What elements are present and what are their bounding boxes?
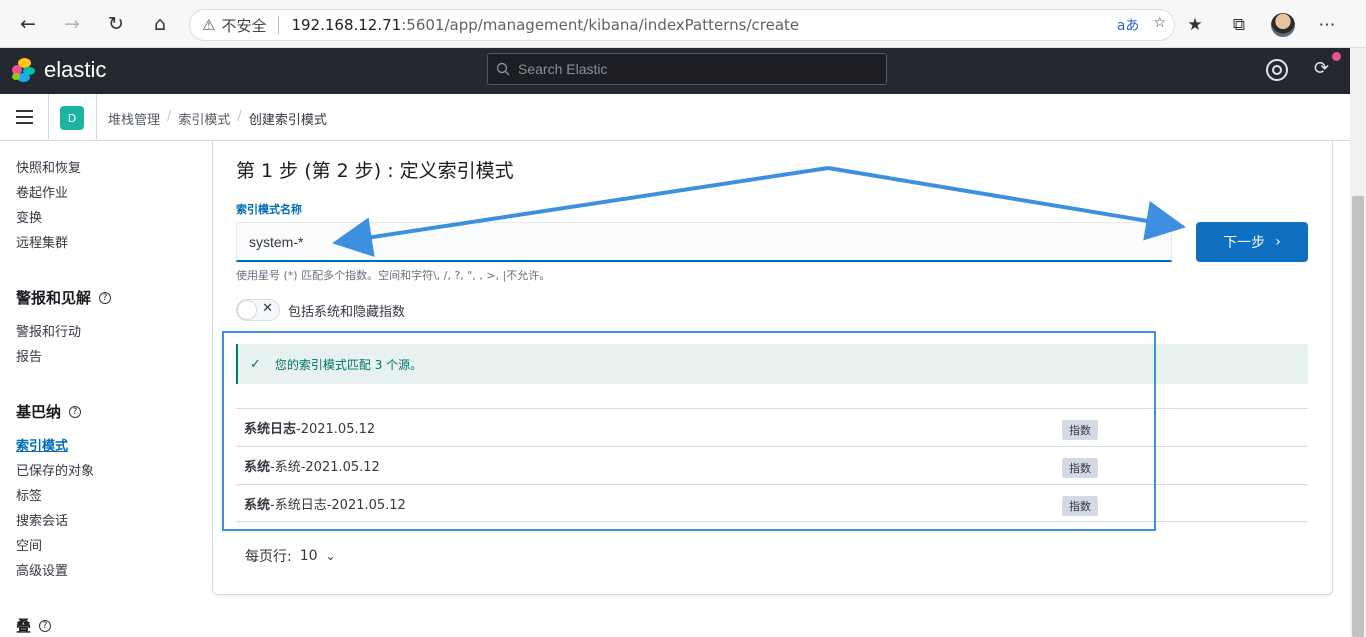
favorites-icon[interactable]: ★	[1180, 10, 1210, 40]
page-title: 第 1 步 (第 2 步) : 定义索引模式	[236, 160, 514, 182]
add-favorite-icon[interactable]: ☆	[1153, 15, 1166, 35]
reload-icon[interactable]: ↻	[94, 4, 138, 44]
sidebar-item-reporting[interactable]: 报告	[16, 346, 42, 365]
breadcrumb-item[interactable]: 索引模式	[178, 109, 230, 128]
sidebar-item-index-patterns[interactable]: 索引模式	[16, 435, 68, 454]
index-pattern-name-input[interactable]	[236, 222, 1172, 262]
space-avatar[interactable]: D	[60, 106, 84, 130]
help-icon[interactable]: ?	[39, 619, 52, 632]
chevron-right-icon: ›	[1275, 234, 1281, 250]
elastic-logo[interactable]: elastic	[12, 57, 106, 83]
management-sidebar: 快照和恢复 卷起作业 变换 远程集群 警报和见解? 警报和行动 报告 基巴纳? …	[0, 141, 200, 637]
brand-name: elastic	[44, 57, 107, 82]
help-icon[interactable]	[1266, 59, 1288, 81]
sidebar-item-transforms[interactable]: 变换	[16, 207, 42, 226]
include-hidden-toggle[interactable]: ✕	[236, 299, 280, 321]
sidebar-item-snapshot[interactable]: 快照和恢复	[16, 157, 81, 176]
back-icon[interactable]: ←	[6, 4, 50, 44]
search-input[interactable]: Search Elastic	[487, 53, 887, 85]
collections-icon[interactable]: ⧉	[1224, 10, 1254, 40]
help-icon[interactable]: ?	[99, 291, 112, 304]
insecure-label: 不安全	[221, 16, 267, 35]
index-pattern-name-label: 索引模式名称	[236, 203, 302, 216]
warning-icon: ⚠	[202, 16, 216, 34]
sidebar-heading-stack: 叠?	[16, 615, 52, 636]
home-icon[interactable]: ⌂	[138, 4, 182, 44]
scrollbar-thumb[interactable]	[1352, 196, 1364, 637]
menu-icon[interactable]	[16, 110, 33, 124]
rows-per-page-label: 每页行:	[245, 549, 292, 565]
notification-dot	[1332, 52, 1341, 61]
breadcrumb-current: 创建索引模式	[248, 113, 327, 128]
breadcrumb-bar: D 堆栈管理 / 索引模式 / 创建索引模式	[0, 94, 1350, 141]
newsfeed-icon[interactable]: ⟳	[1314, 58, 1329, 79]
breadcrumb-item[interactable]: 堆栈管理	[108, 109, 160, 128]
address-separator	[278, 16, 280, 34]
rows-per-page-value: 10	[299, 548, 318, 564]
table-row: 系统-系统-2021.05.12 指数	[236, 446, 1308, 484]
divider	[48, 94, 49, 141]
sidebar-item-tags[interactable]: 标签	[16, 485, 42, 504]
close-icon: ✕	[262, 301, 273, 316]
index-badge: 指数	[1062, 496, 1098, 516]
read-aloud-icon[interactable]: aあ	[1117, 15, 1140, 35]
index-badge: 指数	[1062, 458, 1098, 478]
sidebar-item-search-sessions[interactable]: 搜索会话	[16, 510, 68, 529]
include-hidden-label: 包括系统和隐藏指数	[288, 305, 406, 320]
search-placeholder: Search Elastic	[518, 61, 608, 77]
next-step-label: 下一步	[1223, 235, 1266, 251]
sidebar-item-advanced-settings[interactable]: 高级设置	[16, 560, 68, 579]
url-host: 192.168.12.71	[291, 16, 402, 34]
check-icon: ✓	[250, 356, 261, 372]
search-icon	[496, 62, 510, 76]
address-bar[interactable]: ⚠ 不安全 192.168.12.71:5601/app/management/…	[189, 9, 1175, 41]
index-pattern-help-text: 使用星号 (*) 匹配多个指数。空间和字符\, /, ?, ", , >, |不…	[236, 269, 551, 282]
sidebar-item-alerts[interactable]: 警报和行动	[16, 321, 81, 340]
forward-icon[interactable]: →	[50, 4, 94, 44]
browser-toolbar: ← → ↻ ⌂ ⚠ 不安全 192.168.12.71:5601/app/man…	[0, 0, 1366, 48]
index-badge: 指数	[1062, 420, 1098, 440]
sidebar-item-rollup[interactable]: 卷起作业	[16, 182, 68, 201]
match-success-callout: ✓ 您的索引模式匹配 3 个源。	[236, 344, 1308, 384]
elastic-logo-icon	[12, 58, 36, 82]
kibana-header: elastic Search Elastic ⟳	[0, 48, 1350, 94]
sidebar-item-remote-clusters[interactable]: 远程集群	[16, 232, 68, 251]
chevron-down-icon: ⌄	[325, 549, 336, 563]
url-path: :5601/app/management/kibana/indexPattern…	[401, 16, 800, 34]
callout-text: 您的索引模式匹配 3 个源。	[274, 357, 423, 372]
next-step-button[interactable]: 下一步 ›	[1196, 222, 1308, 262]
table-row: 系统日志-2021.05.12 指数	[236, 408, 1308, 446]
divider	[96, 94, 97, 141]
sidebar-item-spaces[interactable]: 空间	[16, 535, 42, 554]
matching-indices-table: 系统日志-2021.05.12 指数 系统-系统-2021.05.12 指数 系…	[236, 408, 1308, 522]
breadcrumb: 堆栈管理 / 索引模式 / 创建索引模式	[108, 109, 327, 128]
rows-per-page-selector[interactable]: 每页行: 10 ⌄	[245, 546, 336, 566]
sidebar-heading-kibana: 基巴纳?	[16, 401, 82, 422]
more-icon[interactable]: ⋯	[1312, 10, 1342, 40]
table-row: 系统-系统日志-2021.05.12 指数	[236, 484, 1308, 522]
help-icon[interactable]: ?	[69, 405, 82, 418]
profile-avatar[interactable]	[1268, 10, 1298, 40]
sidebar-item-saved-objects[interactable]: 已保存的对象	[16, 460, 94, 479]
sidebar-heading-alerts: 警报和见解?	[16, 287, 112, 308]
